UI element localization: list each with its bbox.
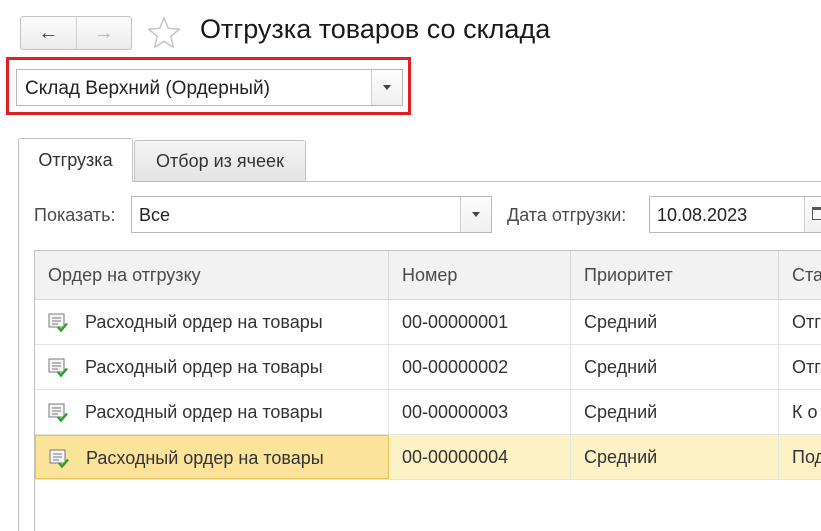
order-cell[interactable]: Расходный ордер на товары (35, 390, 389, 434)
priority-cell[interactable]: Средний (571, 390, 779, 434)
order-cell[interactable]: Расходный ордер на товары (35, 300, 389, 344)
status-cell[interactable]: Отг (779, 300, 821, 344)
order-name: Расходный ордер на товары (85, 402, 323, 422)
table-row[interactable]: Расходный ордер на товары 00-00000002 Ср… (35, 345, 821, 390)
status-cell[interactable]: Отг (779, 345, 821, 389)
table-header: Ордер на отгрузку Номер Приоритет Ста (35, 251, 821, 300)
number-cell[interactable]: 00-00000004 (389, 435, 571, 479)
forward-button[interactable]: → (77, 17, 132, 49)
red-highlight-frame (6, 57, 411, 115)
shipment-date-label: Дата отгрузки: (507, 205, 627, 225)
chevron-down-icon (472, 212, 480, 217)
order-name: Расходный ордер на товары (85, 312, 323, 332)
tab-cell-picking[interactable]: Отбор из ячеек (134, 140, 306, 181)
show-filter-value: Все (139, 205, 171, 225)
tab-shipment[interactable]: Отгрузка (18, 138, 133, 182)
order-name: Расходный ордер на товары (86, 448, 324, 468)
arrow-left-icon: ← (38, 22, 59, 44)
table-row[interactable]: Расходный ордер на товары 00-00000003 Ср… (35, 390, 821, 435)
order-cell[interactable]: Расходный ордер на товары (35, 435, 389, 479)
column-header-number[interactable]: Номер (389, 251, 571, 299)
calendar-button[interactable] (804, 197, 821, 232)
shipment-order-icon (48, 313, 68, 333)
shipment-order-icon (48, 358, 68, 378)
column-header-status[interactable]: Ста (779, 251, 821, 299)
calendar-icon (812, 207, 821, 220)
back-button[interactable]: ← (21, 17, 77, 49)
show-filter-dropdown-button[interactable] (460, 197, 491, 232)
number-cell[interactable]: 00-00000001 (389, 300, 571, 344)
page-title: Отгрузка товаров со склада (200, 14, 551, 44)
order-name: Расходный ордер на товары (85, 357, 323, 377)
status-cell[interactable]: К о (779, 390, 821, 434)
priority-cell[interactable]: Средний (571, 345, 779, 389)
priority-cell[interactable]: Средний (571, 300, 779, 344)
show-filter-label: Показать: (34, 205, 116, 225)
star-icon[interactable] (146, 15, 182, 51)
number-cell[interactable]: 00-00000002 (389, 345, 571, 389)
shipment-date-input[interactable]: 10.08.2023 (649, 196, 821, 233)
shipment-form: ← → Отгрузка товаров со склада Склад Вер… (0, 0, 821, 531)
column-header-priority[interactable]: Приоритет (571, 251, 779, 299)
order-cell[interactable]: Расходный ордер на товары (35, 345, 389, 389)
shipment-order-icon (48, 403, 68, 423)
priority-cell[interactable]: Средний (571, 435, 779, 479)
column-header-order[interactable]: Ордер на отгрузку (35, 251, 389, 299)
status-cell[interactable]: Под (779, 435, 821, 479)
arrow-right-icon: → (93, 22, 114, 44)
shipment-order-icon (49, 449, 69, 469)
show-filter-select[interactable]: Все (131, 196, 492, 233)
table-row[interactable]: Расходный ордер на товары 00-00000001 Ср… (35, 300, 821, 345)
number-cell[interactable]: 00-00000003 (389, 390, 571, 434)
shipment-date-value: 10.08.2023 (657, 205, 748, 225)
navigation-buttons: ← → (20, 16, 132, 50)
orders-table[interactable]: Ордер на отгрузку Номер Приоритет Ста Ра… (34, 250, 821, 531)
table-row-selected[interactable]: Расходный ордер на товары 00-00000004 Ср… (35, 435, 821, 480)
